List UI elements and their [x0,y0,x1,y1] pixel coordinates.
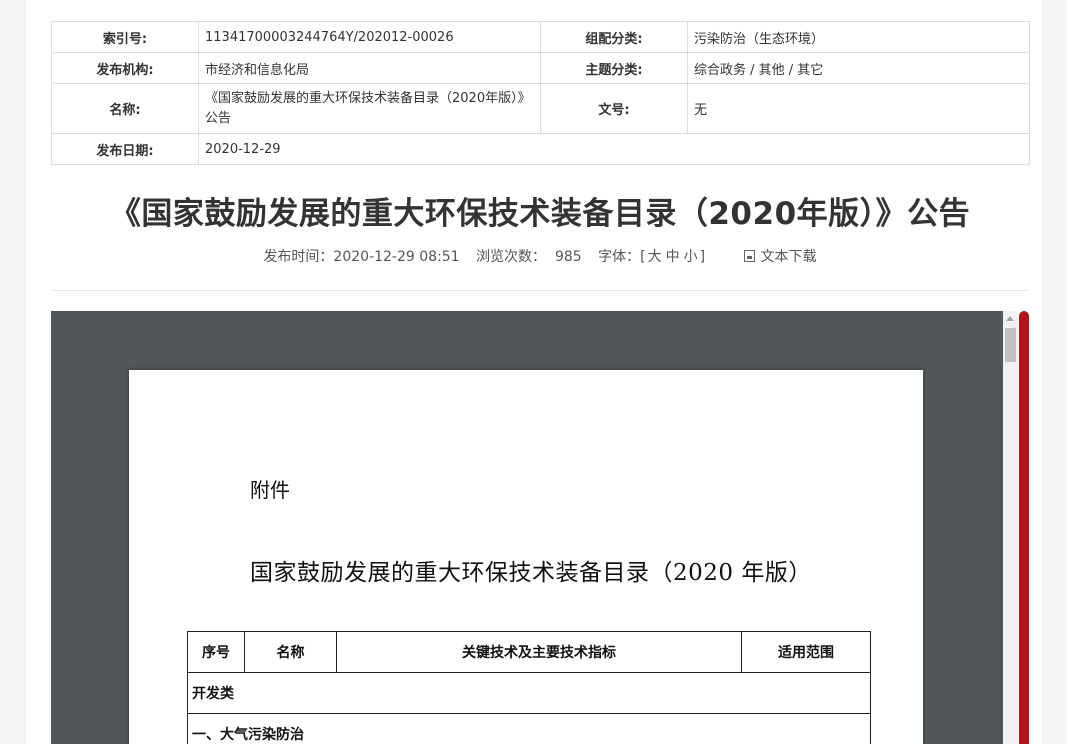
pdf-scrollbar[interactable] [1003,311,1018,744]
header-index: 序号 [187,631,245,673]
view-count: 浏览次数： 985 [476,249,582,265]
pdf-viewer[interactable]: 附件 国家鼓励发展的重大环保技术装备目录（2020 年版） 序号 名称 关键技术… [51,311,1003,744]
font-small-button[interactable]: 小 [684,249,698,265]
index-label: 索引号: [51,21,199,53]
metadata-row: 名称: 《国家鼓励发展的重大环保技术装备目录（2020年版）》公告 文号: 无 [51,83,1030,134]
table-row: 一、大气污染防治 [187,713,871,744]
download-label: 文本下载 [760,249,817,265]
font-close: ] [699,249,706,265]
font-large-button[interactable]: 大 [648,249,662,265]
equipment-table: 序号 名称 关键技术及主要技术指标 适用范围 开发类 一、大气污染防治 [187,631,871,744]
header-name: 名称 [244,631,337,673]
group-value: 污染防治（生态环境） [687,21,1030,53]
topic-value: 综合政务 / 其他 / 其它 [687,52,1030,84]
views-count: 985 [554,249,582,265]
date-value: 2020-12-29 [198,133,1030,165]
annex-label: 附件 [250,478,290,502]
name-value: 《国家鼓励发展的重大环保技术装备目录（2020年版）》公告 [198,83,541,134]
pdf-page: 附件 国家鼓励发展的重大环保技术装备目录（2020 年版） 序号 名称 关键技术… [129,370,923,744]
category-row: 开发类 [187,672,871,714]
font-medium-button[interactable]: 中 [666,249,680,265]
download-button[interactable]: 文本下载 [738,249,817,265]
scroll-thumb[interactable] [1005,328,1016,362]
article-info-bar: 发布时间：2020-12-29 08:51 浏览次数： 985 字体：[大中小]… [51,246,1029,266]
name-label: 名称: [51,83,199,134]
table-row: 开发类 [187,672,871,714]
metadata-row: 发布日期: 2020-12-29 [51,133,1030,165]
font-label: 字体：[ [598,249,646,265]
metadata-row: 索引号: 11341700003244764Y/202012-00026 组配分… [51,21,1030,53]
font-size-control: 字体：[大中小] [598,249,705,265]
table-header-row: 序号 名称 关键技术及主要技术指标 适用范围 [187,631,871,673]
metadata-row: 发布机构: 市经济和信息化局 主题分类: 综合政务 / 其他 / 其它 [51,52,1030,84]
topic-label: 主题分类: [540,52,688,84]
publisher-value: 市经济和信息化局 [198,52,541,84]
index-value: 11341700003244764Y/202012-00026 [198,21,541,53]
docno-label: 文号: [540,83,688,134]
docno-value: 无 [687,83,1030,134]
date-label: 发布日期: [51,133,199,165]
section-row: 一、大气污染防治 [187,713,871,744]
article-title: 《国家鼓励发展的重大环保技术装备目录（2020年版）》公告 [109,196,971,232]
group-label: 组配分类: [540,21,688,53]
metadata-table: 索引号: 11341700003244764Y/202012-00026 组配分… [51,21,1030,165]
scroll-up-icon[interactable] [1006,316,1014,321]
divider [51,290,1029,291]
accent-scrollbar[interactable] [1019,311,1029,744]
publish-time: 发布时间：2020-12-29 08:51 [263,249,460,265]
header-key-tech: 关键技术及主要技术指标 [336,631,742,673]
publisher-label: 发布机构: [51,52,199,84]
views-label: 浏览次数： [476,249,547,265]
document-title: 国家鼓励发展的重大环保技术装备目录（2020 年版） [250,560,812,586]
save-icon [743,250,755,262]
header-scope: 适用范围 [741,631,871,673]
